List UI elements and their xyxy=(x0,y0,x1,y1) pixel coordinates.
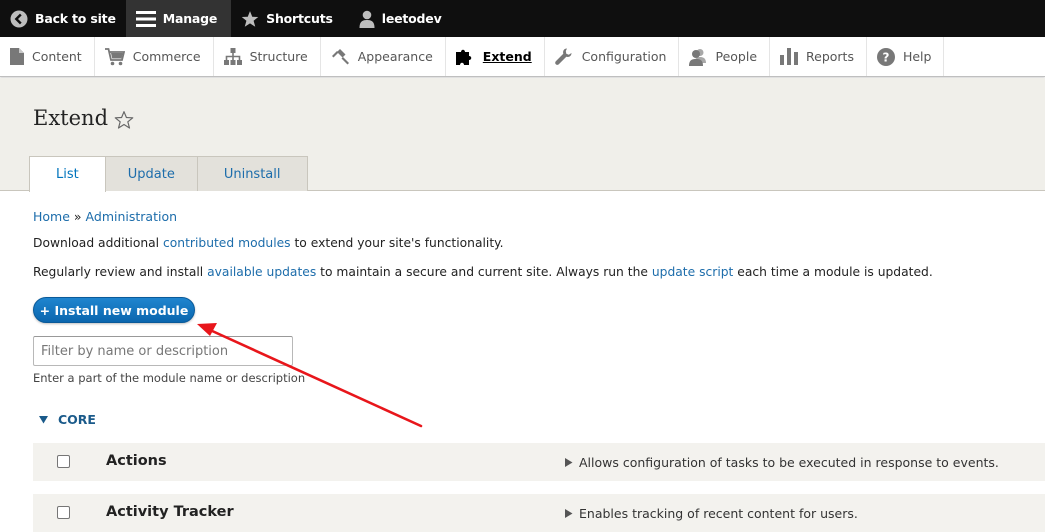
tray-label-content: Content xyxy=(32,49,82,64)
back-arrow-icon xyxy=(10,10,28,27)
help-icon: ? xyxy=(876,47,895,66)
tray-item-people[interactable]: People xyxy=(679,37,771,76)
tray-label-commerce: Commerce xyxy=(132,49,201,64)
back-to-site-label: Back to site xyxy=(35,11,116,26)
module-checkbox[interactable] xyxy=(57,455,70,468)
wrench-icon xyxy=(554,48,572,65)
module-description-toggle[interactable]: Allows configuration of tasks to be exec… xyxy=(565,455,999,470)
sitemap-icon xyxy=(223,48,242,65)
breadcrumb-administration[interactable]: Administration xyxy=(86,209,177,224)
tray-item-commerce[interactable]: Commerce xyxy=(95,37,214,76)
module-name: Activity Tracker xyxy=(106,504,234,520)
page-title: Extend xyxy=(33,106,109,130)
tray-item-appearance[interactable]: Appearance xyxy=(321,37,446,76)
triangle-right-icon xyxy=(565,458,573,467)
para2-post: each time a module is updated. xyxy=(733,265,933,279)
star-filled-icon xyxy=(241,10,259,27)
breadcrumb: Home » Administration xyxy=(33,209,177,224)
triangle-down-icon xyxy=(39,415,48,423)
bar-chart-icon xyxy=(780,48,799,65)
primary-tabs: List Update Uninstall xyxy=(29,156,308,192)
module-row: Actions Allows configuration of tasks to… xyxy=(33,443,1045,481)
tray-item-structure[interactable]: Structure xyxy=(214,37,321,76)
core-section-toggle[interactable]: CORE xyxy=(39,412,96,427)
manage-label: Manage xyxy=(162,11,218,26)
module-description-toggle[interactable]: Enables tracking of recent content for u… xyxy=(565,506,858,521)
cart-icon xyxy=(104,47,125,65)
filter-help-text: Enter a part of the module name or descr… xyxy=(33,371,306,385)
tray-item-reports[interactable]: Reports xyxy=(770,37,867,76)
user-label: leetodev xyxy=(381,11,442,26)
module-checkbox[interactable] xyxy=(57,506,70,519)
module-description: Enables tracking of recent content for u… xyxy=(579,506,858,521)
manage-link[interactable]: Manage xyxy=(125,0,232,37)
module-row: Activity Tracker Enables tracking of rec… xyxy=(33,494,1045,532)
user-link[interactable]: leetodev xyxy=(343,0,452,37)
para1-pre: Download additional xyxy=(33,236,164,250)
tray-item-content[interactable]: Content xyxy=(0,37,95,76)
admin-toolbar: Back to site Manage Shortcuts leetodev xyxy=(0,0,1045,37)
triangle-right-icon xyxy=(565,509,573,518)
para2-mid: to maintain a secure and current site. A… xyxy=(316,265,652,279)
admin-tray: Content Commerce Structure Appearance Ex… xyxy=(0,37,1045,77)
user-icon xyxy=(359,10,375,28)
hamburger-icon xyxy=(135,10,156,27)
breadcrumb-home[interactable]: Home xyxy=(33,209,70,224)
core-section-label: CORE xyxy=(58,412,96,427)
people-icon xyxy=(689,48,707,66)
update-help-text: Regularly review and install available u… xyxy=(33,265,933,279)
download-help-text: Download additional contributed modules … xyxy=(33,236,504,250)
module-description: Allows configuration of tasks to be exec… xyxy=(579,455,999,470)
tray-item-configuration[interactable]: Configuration xyxy=(545,37,680,76)
page-header: Extend List Update Uninstall xyxy=(0,78,1045,192)
contributed-modules-link[interactable]: contributed modules xyxy=(163,236,291,250)
shortcut-star-icon[interactable] xyxy=(114,110,134,130)
para1-post: to extend your site's functionality. xyxy=(290,236,504,250)
paintbrush-icon xyxy=(331,49,349,65)
available-updates-link[interactable]: available updates xyxy=(207,265,316,279)
tray-item-help[interactable]: ? Help xyxy=(867,37,945,76)
breadcrumb-separator: » xyxy=(73,209,82,224)
install-new-module-button[interactable]: + Install new module xyxy=(33,297,195,323)
tray-label-help: Help xyxy=(902,49,932,64)
update-script-link[interactable]: update script xyxy=(652,265,734,279)
back-to-site-link[interactable]: Back to site xyxy=(0,0,126,37)
tray-label-structure: Structure xyxy=(249,49,308,64)
tab-update[interactable]: Update xyxy=(104,156,198,191)
tray-label-extend: Extend xyxy=(482,49,532,64)
tray-label-appearance: Appearance xyxy=(357,49,433,64)
tray-item-extend[interactable]: Extend xyxy=(446,37,545,76)
shortcuts-link[interactable]: Shortcuts xyxy=(231,0,343,37)
module-filter-input[interactable] xyxy=(33,336,293,366)
para2-pre: Regularly review and install xyxy=(33,265,208,279)
module-name: Actions xyxy=(106,453,167,469)
tab-list[interactable]: List xyxy=(29,156,106,192)
puzzle-icon xyxy=(455,49,472,65)
tray-label-configuration: Configuration xyxy=(581,49,667,64)
tray-label-reports: Reports xyxy=(806,49,854,64)
tray-label-people: People xyxy=(715,49,758,64)
file-icon xyxy=(10,48,24,65)
svg-text:?: ? xyxy=(882,50,889,64)
shortcuts-label: Shortcuts xyxy=(266,11,333,26)
tab-uninstall[interactable]: Uninstall xyxy=(196,156,308,191)
